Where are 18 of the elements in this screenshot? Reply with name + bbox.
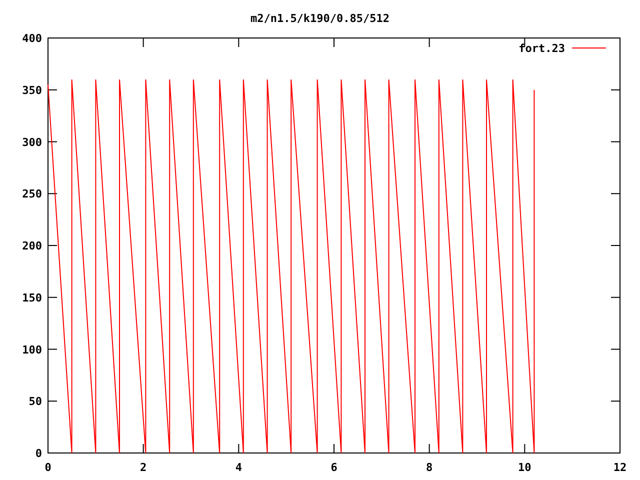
y-tick-label: 0: [35, 447, 42, 460]
legend-label: fort.23: [518, 42, 565, 55]
y-tick-label: 200: [22, 240, 42, 252]
x-tick-label: 6: [330, 461, 338, 474]
chart-title: m2/n1.5/k190/0.85/512: [250, 12, 390, 25]
y-tick-label: 250: [22, 188, 42, 201]
x-tick-label: 4: [235, 461, 242, 474]
x-tick-label: 2: [140, 461, 147, 474]
y-tick-label: 400: [22, 32, 42, 45]
y-tick-label: 100: [22, 343, 42, 356]
y-tick-label: 50: [28, 395, 42, 408]
x-tick-label: 10: [518, 461, 532, 474]
x-tick-label: 12: [613, 461, 627, 474]
y-tick-label: 300: [22, 136, 42, 149]
y-tick-label: 350: [22, 84, 42, 97]
x-tick-label: 0: [44, 461, 52, 474]
x-tick-label: 8: [426, 461, 433, 474]
y-tick-label: 150: [22, 291, 42, 304]
